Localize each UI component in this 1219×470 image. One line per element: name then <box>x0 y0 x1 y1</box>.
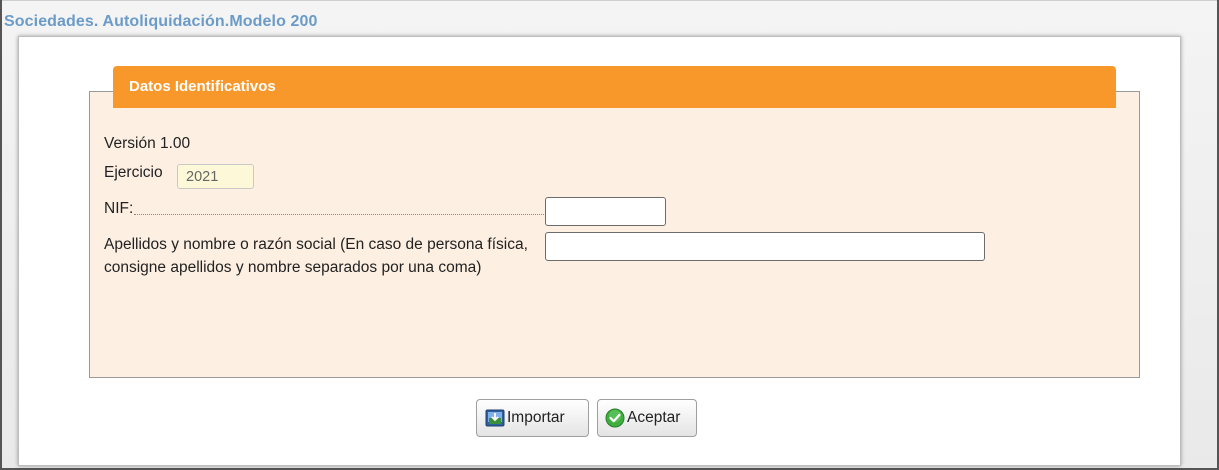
importar-label: Importar <box>507 409 565 426</box>
nif-input[interactable] <box>545 197 666 226</box>
aceptar-button[interactable]: Aceptar <box>597 399 697 437</box>
app-title: Sociedades. Autoliquidación.Modelo 200 <box>4 13 318 30</box>
nif-leader-dots <box>134 214 546 215</box>
ejercicio-value: 2021 <box>186 169 219 185</box>
dialog-panel: Datos Identificativos Versión 1.00 Ejerc… <box>18 36 1181 466</box>
section-legend: Datos Identificativos <box>113 66 1116 108</box>
importar-button[interactable]: Importar <box>476 399 589 437</box>
razon-social-label: Apellidos y nombre o razón social (En ca… <box>104 236 528 276</box>
razon-social-input[interactable] <box>545 232 985 261</box>
version-text: Versión 1.00 <box>104 135 191 152</box>
ejercicio-label: Ejercicio <box>104 164 163 181</box>
aceptar-label: Aceptar <box>627 409 681 426</box>
check-circle-icon <box>605 408 625 428</box>
ejercicio-field: 2021 <box>177 164 254 189</box>
import-icon <box>485 409 505 427</box>
section-legend-title: Datos Identificativos <box>129 78 276 95</box>
window-left-border <box>0 0 2 470</box>
nif-label: NIF: <box>104 200 134 217</box>
